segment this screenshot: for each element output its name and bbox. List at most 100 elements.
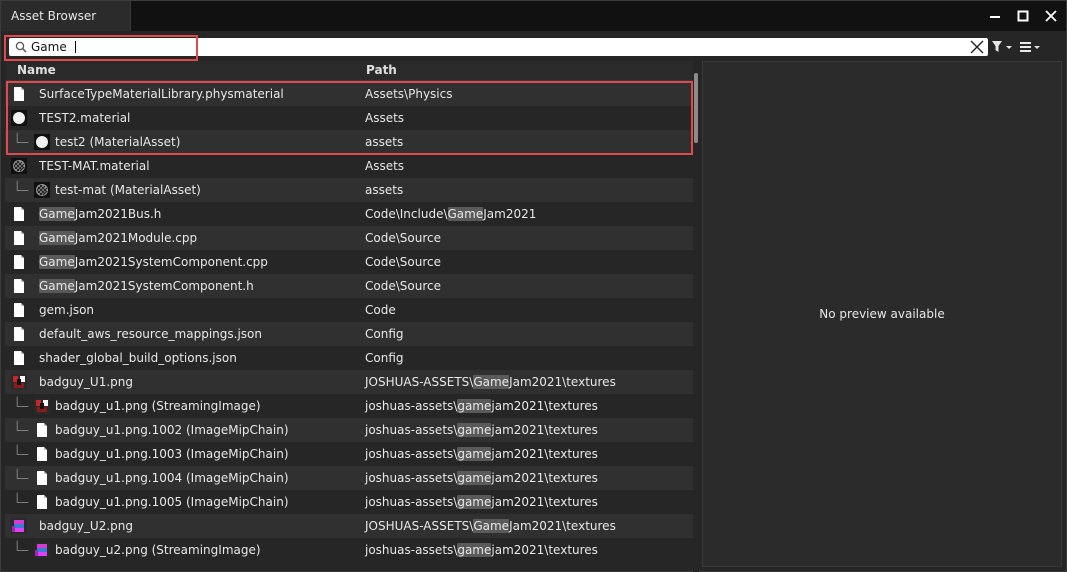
text-segment: Assets\Physics <box>365 87 453 101</box>
text-segment: SurfaceTypeMaterialLibrary.physmaterial <box>39 87 284 101</box>
vertical-scrollbar[interactable] <box>693 61 699 572</box>
tree-connector-icon <box>16 396 29 407</box>
asset-row[interactable]: badguy_u1.png.1002 (ImageMipChain) joshua… <box>5 418 693 442</box>
scrollbar-thumb[interactable] <box>694 73 698 143</box>
asset-row[interactable]: GameJam2021Module.cpp Code\Source <box>5 226 693 250</box>
file-icon <box>34 494 50 510</box>
asset-name: test-mat (MaterialAsset) <box>55 183 201 197</box>
asset-path: Code\Source <box>365 279 441 293</box>
search-match: Game <box>473 375 510 389</box>
text-segment: TEST2.material <box>39 111 131 125</box>
text-segment: Jam2021Module.cpp <box>74 231 198 245</box>
asset-rows: SurfaceTypeMaterialLibrary.physmaterial A… <box>5 82 693 562</box>
asset-name: badguy_u1.png.1005 (ImageMipChain) <box>55 495 289 509</box>
filter-icon[interactable] <box>991 40 1015 56</box>
asset-path: Assets <box>365 111 404 125</box>
column-header-name[interactable]: Name <box>17 63 56 77</box>
tree-connector-icon <box>16 492 29 503</box>
asset-row[interactable]: badguy_U1.png JOSHUAS-ASSETS\GameJam2021\… <box>5 370 693 394</box>
asset-name: GameJam2021SystemComponent.h <box>39 279 254 293</box>
asset-name: badguy_U1.png <box>39 375 133 389</box>
search-match: Game <box>473 519 510 533</box>
search-input[interactable] <box>31 38 961 56</box>
text-segment: badguy_U1.png <box>39 375 133 389</box>
text-segment: Code <box>365 303 396 317</box>
title-bar: Asset Browser <box>1 1 1066 31</box>
asset-name: badguy_u1.png.1003 (ImageMipChain) <box>55 447 289 461</box>
text-segment: badguy_u1.png.1003 (ImageMipChain) <box>55 447 289 461</box>
file-icon <box>11 230 27 246</box>
asset-path: assets <box>365 183 403 197</box>
text-segment: Config <box>365 327 404 341</box>
text-segment: joshuas-assets\ <box>365 543 458 557</box>
text-segment: test-mat (MaterialAsset) <box>55 183 201 197</box>
text-segment: badguy_u1.png (StreamingImage) <box>55 399 261 413</box>
asset-row[interactable]: GameJam2021Bus.h Code\Include\GameJam2021 <box>5 202 693 226</box>
text-segment: Config <box>365 351 404 365</box>
file-icon <box>11 278 27 294</box>
close-button[interactable] <box>1038 1 1064 31</box>
search-match: Game <box>39 207 75 221</box>
text-segment: Jam2021\textures <box>509 375 616 389</box>
asset-path: joshuas-assets\gamejam2021\textures <box>365 543 598 557</box>
text-segment: default_aws_resource_mappings.json <box>39 327 262 341</box>
asset-row[interactable]: badguy_u1.png.1003 (ImageMipChain) joshua… <box>5 442 693 466</box>
asset-row[interactable]: GameJam2021SystemComponent.h Code\Source <box>5 274 693 298</box>
asset-row[interactable]: badguy_u1.png.1005 (ImageMipChain) joshua… <box>5 490 693 514</box>
text-segment: Jam2021SystemComponent.cpp <box>74 255 268 269</box>
text-segment: assets <box>365 183 404 197</box>
asset-row[interactable]: gem.json Code <box>5 298 693 322</box>
column-header-path[interactable]: Path <box>366 63 397 77</box>
text-segment: test2 (MaterialAsset) <box>55 135 181 149</box>
asset-row[interactable]: badguy_u2.png (StreamingImage) joshuas-as… <box>5 538 693 562</box>
asset-row[interactable]: shader_global_build_options.json Config <box>5 346 693 370</box>
asset-row[interactable]: badguy_u1.png.1004 (ImageMipChain) joshua… <box>5 466 693 490</box>
asset-row[interactable]: test2 (MaterialAsset) assets <box>5 130 693 154</box>
text-segment: assets <box>365 135 404 149</box>
asset-name: GameJam2021Bus.h <box>39 207 161 221</box>
text-segment: Jam2021Bus.h <box>74 207 162 221</box>
asset-row[interactable]: badguy_u1.png (StreamingImage) joshuas-as… <box>5 394 693 418</box>
text-segment: Assets <box>365 111 405 125</box>
asset-row[interactable]: badguy_U2.png JOSHUAS-ASSETS\GameJam2021\… <box>5 514 693 538</box>
material-pattern-icon <box>34 182 50 198</box>
asset-row[interactable]: TEST2.material Assets <box>5 106 693 130</box>
text-segment: Jam2021 <box>483 207 537 221</box>
view-options-icon[interactable] <box>1019 40 1043 56</box>
text-segment: Assets <box>365 159 405 173</box>
text-segment: badguy_u2.png (StreamingImage) <box>55 543 261 557</box>
asset-row[interactable]: test-mat (MaterialAsset) assets <box>5 178 693 202</box>
material-sphere-icon <box>11 110 27 126</box>
text-segment: JOSHUAS-ASSETS\ <box>365 375 474 389</box>
asset-row[interactable]: SurfaceTypeMaterialLibrary.physmaterial A… <box>5 82 693 106</box>
text-segment: Jam2021\textures <box>509 519 616 533</box>
asset-name: badguy_u2.png (StreamingImage) <box>55 543 261 557</box>
asset-row[interactable]: GameJam2021SystemComponent.cpp Code\Sourc… <box>5 250 693 274</box>
asset-name: SurfaceTypeMaterialLibrary.physmaterial <box>39 87 284 101</box>
tree-connector-icon <box>16 444 29 455</box>
asset-browser-window: Asset Browser Game Name Path SurfaceType… <box>0 0 1067 572</box>
maximize-button[interactable] <box>1010 1 1036 31</box>
minimize-button[interactable] <box>982 1 1008 31</box>
asset-name: badguy_U2.png <box>39 519 133 533</box>
search-match: Game <box>39 231 75 245</box>
asset-path: joshuas-assets\gamejam2021\textures <box>365 447 598 461</box>
search-match: Game <box>447 207 484 221</box>
text-segment: joshuas-assets\ <box>365 495 458 509</box>
text-segment: joshuas-assets\ <box>365 471 458 485</box>
search-box[interactable] <box>9 38 988 56</box>
search-match: game <box>457 495 492 509</box>
text-segment: Code\Source <box>365 231 441 245</box>
asset-browser-tab[interactable]: Asset Browser <box>1 1 131 31</box>
material-sphere-icon <box>34 134 50 150</box>
text-segment: badguy_u1.png.1005 (ImageMipChain) <box>55 495 289 509</box>
asset-row[interactable]: TEST-MAT.material Assets <box>5 154 693 178</box>
asset-row[interactable]: default_aws_resource_mappings.json Config <box>5 322 693 346</box>
close-icon <box>1045 10 1057 22</box>
asset-path: Config <box>365 351 404 365</box>
tree-connector-icon <box>16 468 29 479</box>
clear-search-icon[interactable] <box>969 40 985 54</box>
search-match: game <box>457 399 492 413</box>
tree-connector-icon <box>16 420 29 431</box>
image-red-icon <box>34 398 50 414</box>
